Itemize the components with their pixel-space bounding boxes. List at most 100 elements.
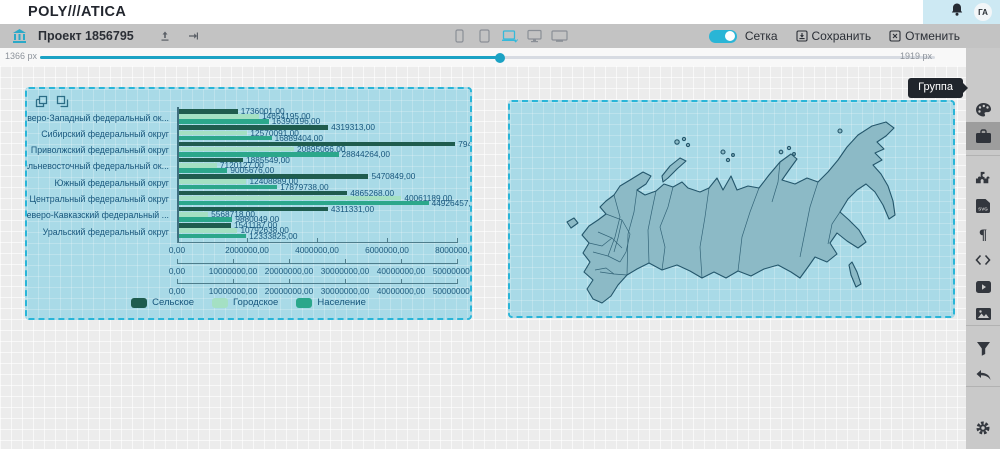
- group-icon[interactable]: [966, 122, 1000, 150]
- bar-Население[interactable]: [177, 136, 272, 141]
- category-axis: [177, 107, 179, 243]
- axis-tick-label: 8000000,00: [435, 245, 472, 255]
- width-slider-handle[interactable]: [495, 53, 505, 63]
- axis-tick: [345, 259, 346, 263]
- axis-tick: [247, 238, 248, 242]
- axis-tick-label: 30000000,00: [321, 286, 369, 296]
- category-label: Уральский федеральный округ: [25, 227, 169, 237]
- bar-Население[interactable]: [177, 201, 429, 206]
- bar-Население[interactable]: [177, 217, 232, 222]
- code-icon[interactable]: [966, 246, 1000, 274]
- bar-Городское[interactable]: [177, 228, 237, 233]
- x-axis-2: 0,0010000000,0020000000,0030000000,00400…: [177, 283, 458, 284]
- legend-item[interactable]: Сельское: [131, 297, 194, 308]
- axis-tick: [401, 279, 402, 283]
- avatar[interactable]: ГА: [974, 3, 992, 21]
- device-tablet-icon[interactable]: [475, 27, 493, 45]
- paragraph-text-icon[interactable]: ¶: [966, 219, 1000, 247]
- bell-icon[interactable]: [950, 2, 964, 22]
- svg-text:¶: ¶: [979, 227, 987, 241]
- axis-tick-label: 20000000,00: [265, 266, 313, 276]
- axis-tick-label: 0,00: [169, 266, 185, 276]
- legend-item[interactable]: Городское: [212, 297, 278, 308]
- legend-label: Население: [317, 297, 366, 308]
- width-slider[interactable]: [40, 56, 935, 59]
- bar-Сельское[interactable]: [177, 223, 231, 228]
- bar-Сельское[interactable]: [177, 191, 347, 196]
- device-phone-icon[interactable]: [450, 27, 468, 45]
- russia-map[interactable]: [510, 102, 953, 316]
- axis-tick: [233, 259, 234, 263]
- polymatica-logo: POLY///ATICA: [28, 4, 126, 20]
- dashboard-canvas[interactable]: Северо-Западный федеральный ок...1736001…: [0, 66, 966, 449]
- undo-icon[interactable]: [966, 361, 1000, 389]
- save-button[interactable]: Сохранить: [796, 29, 872, 43]
- bar-Население[interactable]: [177, 234, 246, 239]
- bar-Сельское[interactable]: [177, 109, 238, 114]
- category-label: Северо-Кавказский федеральный ...: [25, 210, 169, 220]
- chart-legend: Сельское Городское Население: [27, 297, 470, 308]
- legend-label: Сельское: [152, 297, 194, 308]
- bar-value-label: 4319313,00: [331, 125, 375, 130]
- video-icon[interactable]: [966, 273, 1000, 301]
- svg-text:SVG: SVG: [978, 207, 988, 212]
- bar-value-label: 16889404,00: [275, 136, 323, 141]
- x-axis-1: 0,0010000000,0020000000,0030000000,00400…: [177, 263, 458, 264]
- axis-tick: [345, 279, 346, 283]
- bar-Население[interactable]: [177, 185, 277, 190]
- bar-Городское[interactable]: [177, 196, 401, 201]
- map-widget[interactable]: [508, 100, 955, 318]
- bar-Городское[interactable]: [177, 179, 246, 184]
- bar-Население[interactable]: [177, 168, 227, 173]
- device-preview-switcher: [450, 24, 568, 48]
- project-temple-icon[interactable]: [10, 27, 28, 45]
- bar-Городское[interactable]: [177, 131, 247, 136]
- plugin-puzzle-icon[interactable]: [966, 164, 1000, 192]
- filter-icon[interactable]: [966, 334, 1000, 362]
- axis-tick-label: 20000000,00: [265, 286, 313, 296]
- axis-tick-label: 50000000,00: [433, 266, 472, 276]
- cancel-button[interactable]: Отменить: [889, 29, 960, 43]
- bar-Городское[interactable]: [177, 163, 217, 168]
- axis-tick-label: 30000000,00: [321, 266, 369, 276]
- bar-Городское[interactable]: [177, 212, 208, 217]
- width-slider-fill: [40, 56, 500, 59]
- axis-tick-label: 40000000,00: [377, 266, 425, 276]
- toolbar: Проект 1856795: [0, 24, 1000, 48]
- device-monitor-icon[interactable]: [525, 27, 543, 45]
- header: POLY///ATICA ГА: [0, 0, 1000, 24]
- axis-tick: [233, 279, 234, 283]
- slider-min-label: 1366 px: [5, 51, 37, 61]
- layer-front-icon[interactable]: [56, 95, 69, 113]
- settings-gear-icon[interactable]: [966, 414, 1000, 442]
- device-laptop-icon-selected[interactable]: [500, 27, 518, 45]
- bar-Городское[interactable]: [177, 114, 259, 119]
- bar-Городское[interactable]: [177, 147, 294, 152]
- axis-tick: [387, 238, 388, 242]
- category-label: Приволжский федеральный округ: [25, 145, 169, 155]
- bar-value-label: 4311331,00: [331, 207, 374, 212]
- image-icon[interactable]: [966, 300, 1000, 328]
- grid-toggle[interactable]: [709, 30, 737, 43]
- axis-tick: [289, 279, 290, 283]
- category-label: Северо-Западный федеральный ок...: [25, 113, 169, 123]
- layer-back-icon[interactable]: [35, 95, 48, 113]
- legend-swatch: [296, 298, 312, 308]
- bar-value-label: 9005676,00: [230, 168, 274, 173]
- palette-icon[interactable]: [966, 96, 1000, 124]
- collapse-left-icon[interactable]: [184, 27, 202, 45]
- axis-tick-label: 10000000,00: [209, 266, 257, 276]
- axis-tick-label: 10000000,00: [209, 286, 257, 296]
- axis-tick-label: 0,00: [169, 245, 185, 255]
- device-tv-icon[interactable]: [550, 27, 568, 45]
- bar-Население[interactable]: [177, 119, 269, 124]
- bar-value-label: 5470849,00: [371, 174, 415, 179]
- viewport-width-slider-row: 1366 px 1919 px: [0, 48, 966, 66]
- export-icon[interactable]: [156, 27, 174, 45]
- bar-value-label: 7949198,00: [458, 142, 472, 147]
- legend-item[interactable]: Население: [296, 297, 366, 308]
- bar-chart-widget[interactable]: Северо-Западный федеральный ок...1736001…: [25, 87, 472, 320]
- svg-image-icon[interactable]: SVG: [966, 192, 1000, 220]
- legend-label: Городское: [233, 297, 278, 308]
- bar-value-label: 16390196,00: [272, 119, 320, 124]
